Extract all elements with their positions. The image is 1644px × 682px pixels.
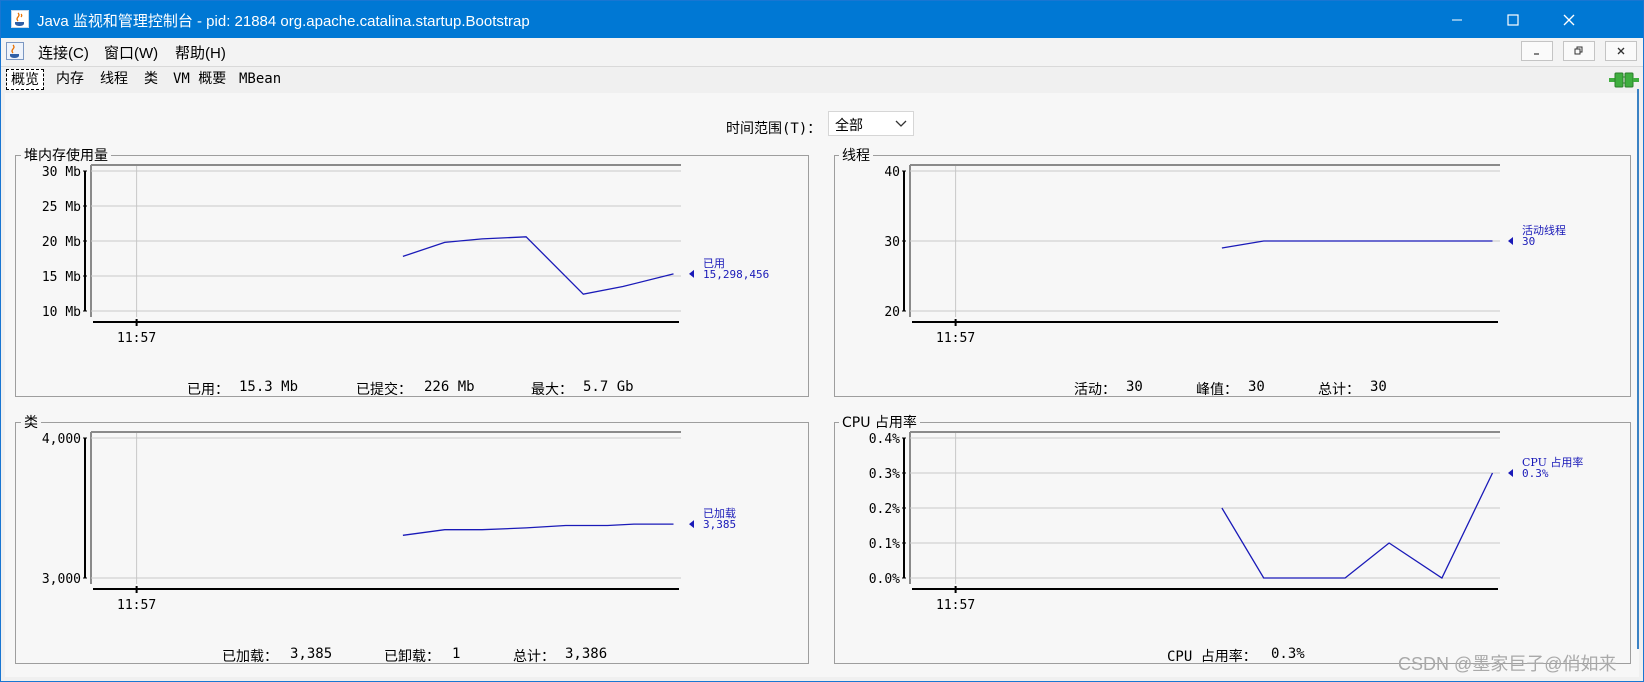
- classes-series-value: 3,385: [703, 518, 736, 531]
- heap-y-tick-label: 25 Mb: [42, 200, 81, 215]
- threads-series-marker: [1508, 237, 1513, 245]
- internal-frame-java-icon[interactable]: [6, 42, 24, 60]
- chevron-down-icon: [895, 120, 907, 127]
- threads-y-tick-label: 30: [884, 235, 900, 250]
- threads-chart: 40302011:57活动线程30: [884, 164, 1566, 346]
- cpu-y-tick-label: 0.4%: [869, 432, 900, 447]
- heap-stat-committed-label: 已提交：: [356, 382, 412, 398]
- title-bar[interactable]: Java 监视和管理控制台 - pid: 21884 org.apache.ca…: [1, 1, 1643, 38]
- minimize-button[interactable]: [1429, 1, 1485, 38]
- threads-y-tick-label: 40: [884, 165, 900, 180]
- classes-series-marker: [689, 520, 694, 529]
- threads-stat-live-value: 30: [1126, 379, 1143, 395]
- heap-y-tick-label: 20 Mb: [42, 235, 81, 250]
- tab-bar: 概览 内存 线程 类 VM 概要 MBean: [1, 67, 1643, 93]
- maximize-icon: [1507, 13, 1519, 26]
- cpu-series-value: 0.3%: [1522, 467, 1549, 480]
- heap-series-value: 15,298,456: [703, 268, 769, 281]
- window-right-edge: [1637, 89, 1639, 649]
- heap-stat-max-label: 最大：: [531, 382, 573, 398]
- classes-stat-total-label: 总计：: [513, 649, 555, 665]
- inner-minimize-icon: [1534, 53, 1539, 55]
- heap-x-tick-label: 11:57: [117, 331, 156, 346]
- java-app-icon: [11, 10, 29, 28]
- classes-y-tick-label: 4,000: [42, 432, 81, 447]
- tab-mbean[interactable]: MBean: [235, 69, 285, 90]
- minimize-icon: [1452, 19, 1462, 20]
- heap-stat-max-value: 5.7 Gb: [583, 379, 634, 395]
- classes-stat-loaded-value: 3,385: [290, 646, 333, 662]
- tab-vm-summary[interactable]: VM 概要: [169, 69, 230, 90]
- classes-plot-area: [91, 432, 681, 584]
- maximize-button[interactable]: [1485, 1, 1541, 38]
- classes-y-tick-label: 3,000: [42, 572, 81, 587]
- cpu-chart: 0.4%0.3%0.2%0.1%0.0%11:57CPU 占用率0.3%: [869, 431, 1583, 613]
- menu-help[interactable]: 帮助(H): [175, 42, 226, 63]
- threads-stat-total-value: 30: [1370, 379, 1387, 395]
- tab-memory[interactable]: 内存: [52, 69, 88, 90]
- cpu-stat-value: 0.3%: [1271, 646, 1305, 662]
- threads-x-tick-label: 11:57: [936, 331, 975, 346]
- jconsole-window: Java 监视和管理控制台 - pid: 21884 org.apache.ca…: [0, 0, 1644, 682]
- classes-stat-unloaded-label: 已卸载：: [384, 649, 440, 665]
- inner-minimize-button[interactable]: [1521, 41, 1553, 61]
- heap-stat-committed-value: 226 Mb: [424, 379, 475, 395]
- menu-window[interactable]: 窗口(W): [104, 42, 158, 63]
- cpu-x-tick-label: 11:57: [936, 598, 975, 613]
- watermark-text: CSDN @墨家巨子@俏如来: [1398, 654, 1617, 674]
- classes-x-tick-label: 11:57: [117, 598, 156, 613]
- inner-close-icon: [1617, 47, 1625, 55]
- heap-stat-used-label: 已用：: [187, 382, 229, 398]
- close-icon: [1563, 14, 1575, 25]
- close-button[interactable]: [1541, 1, 1597, 38]
- connection-status-icon: [1609, 72, 1639, 88]
- tab-classes[interactable]: 类: [140, 69, 162, 90]
- tab-overview[interactable]: 概览: [6, 69, 44, 90]
- classes-stat-unloaded-value: 1: [452, 646, 461, 662]
- threads-stat-total-label: 总计：: [1318, 382, 1360, 398]
- time-range-label: 时间范围(T)：: [726, 121, 822, 137]
- time-range-select[interactable]: 全部: [828, 111, 914, 136]
- threads-stat-peak-value: 30: [1248, 379, 1265, 395]
- time-range-value: 全部: [835, 118, 863, 134]
- heap-memory-chart: 30 Mb25 Mb20 Mb15 Mb10 Mb11:57已用15,298,4…: [42, 164, 769, 346]
- inner-close-button[interactable]: [1605, 41, 1637, 61]
- classes-chart: 4,0003,00011:57已加载3,385: [42, 431, 736, 613]
- heap-stat-used-value: 15.3 Mb: [239, 379, 299, 395]
- cpu-y-tick-label: 0.3%: [869, 467, 900, 482]
- classes-stat-loaded-label: 已加载：: [222, 649, 278, 665]
- window-title: Java 监视和管理控制台 - pid: 21884 org.apache.ca…: [37, 13, 530, 30]
- tab-threads[interactable]: 线程: [96, 69, 132, 90]
- menu-connection[interactable]: 连接(C): [38, 42, 89, 63]
- menu-bar: 连接(C) 窗口(W) 帮助(H): [1, 38, 1643, 67]
- threads-stat-peak-label: 峰值：: [1196, 382, 1238, 398]
- cpu-y-tick-label: 0.2%: [869, 502, 900, 517]
- threads-series-value: 30: [1522, 235, 1535, 248]
- cpu-series-marker: [1508, 469, 1513, 477]
- cpu-y-tick-label: 0.1%: [869, 537, 900, 552]
- threads-stat-live-label: 活动：: [1074, 382, 1116, 398]
- inner-restore-icon: [1574, 46, 1583, 55]
- heap-y-tick-label: 15 Mb: [42, 270, 81, 285]
- heap-y-tick-label: 30 Mb: [42, 165, 81, 180]
- threads-y-tick-label: 20: [884, 305, 900, 320]
- heap-y-tick-label: 10 Mb: [42, 305, 81, 320]
- cpu-y-tick-label: 0.0%: [869, 572, 900, 587]
- classes-stat-total-value: 3,386: [565, 646, 608, 662]
- cpu-stat-label: CPU 占用率：: [1167, 649, 1257, 665]
- inner-restore-button[interactable]: [1563, 41, 1595, 61]
- heap-series-marker: [689, 269, 694, 278]
